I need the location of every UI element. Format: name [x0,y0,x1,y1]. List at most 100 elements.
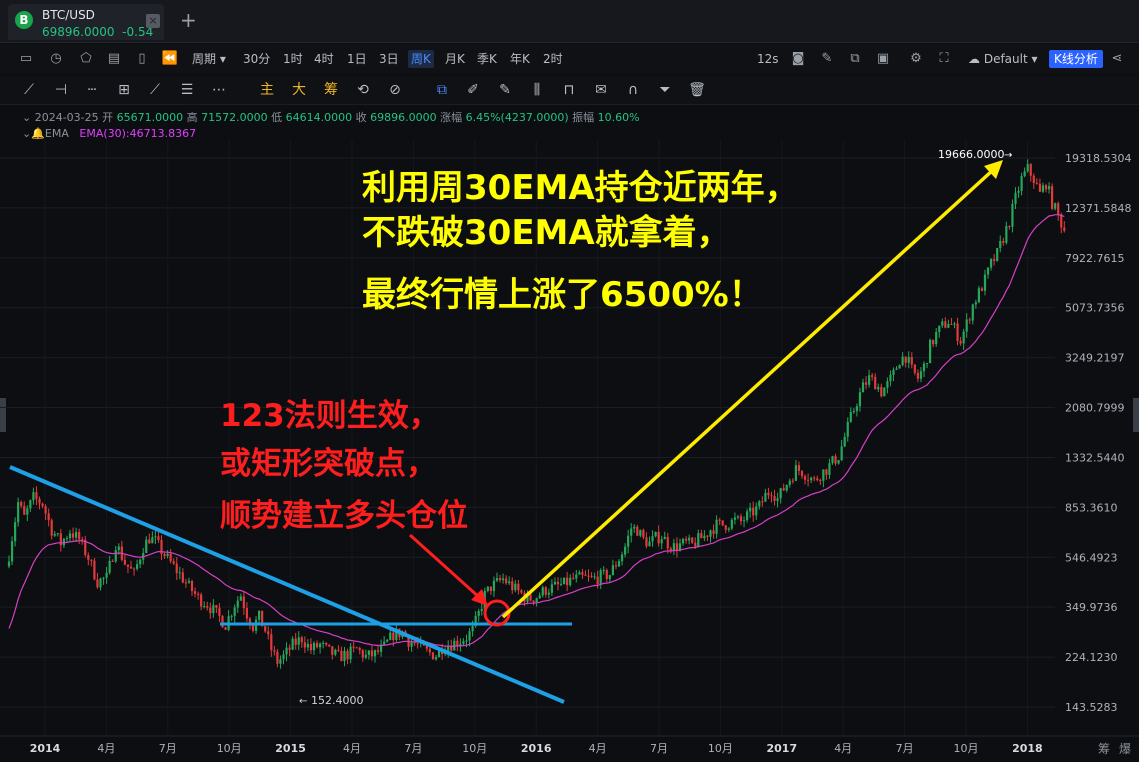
candle-body [297,637,300,645]
candle-body [431,652,435,660]
candle-body [99,578,102,588]
candle-body [657,531,660,544]
candle-body [703,535,706,539]
candle-body [352,646,355,648]
candle-body [486,586,489,591]
candle-body [233,607,236,616]
x-tick-label: 10月 [708,742,733,755]
candle-body [358,648,361,651]
x-tick-label: 2018 [1012,742,1043,755]
annotation-top-line-2: 不跌破30EMA就拿着， [362,213,731,253]
candle-body [858,392,862,407]
x-tick-label: 2017 [766,742,797,755]
candle-body [645,537,648,547]
candle-body [639,530,642,536]
candle-body [828,463,831,475]
candlestick-chart[interactable]: 19318.5304 12371.5848 7922.7615 5073.7356 32… [0,0,1139,762]
candle-body [105,572,108,578]
candle-body [465,640,468,642]
candle-body [843,436,846,447]
candle-body [907,357,910,363]
candle-body [117,546,120,551]
candle-body [364,654,367,658]
candle-body [291,638,294,650]
candle-body [773,496,776,502]
candle-body [578,572,581,575]
candle-body [38,498,41,504]
candle-body [566,577,569,586]
candle-body [877,386,880,390]
candle-body [505,578,508,584]
candle-body [47,513,50,521]
y-tick-label: 546.4923 [1065,551,1118,564]
candle-body [17,502,20,523]
candle-body [215,605,218,608]
candle-body [102,577,105,579]
candle-body [1035,182,1038,184]
candle-body [1008,226,1011,228]
candle-body [697,533,700,547]
annotation-top-line-3: 最终行情上涨了6500%！ [362,275,763,315]
candle-body [947,324,950,328]
candle-body [1005,226,1008,243]
candle-body [886,381,889,388]
candle-body [1044,185,1048,190]
candle-body [334,649,337,655]
candle-body [218,607,221,616]
candle-body [813,477,816,479]
candle-body [7,561,11,567]
candle-body [242,596,245,609]
x-tick-label: 2015 [275,742,306,755]
peak-label: 19666.0000 [938,148,1004,161]
candle-body [468,631,471,641]
candle-body [361,650,364,658]
candle-body [715,519,718,534]
candle-body [322,642,325,644]
candle-body [816,478,819,481]
candle-body [355,647,358,649]
candle-body [32,492,35,501]
candle-body [871,375,874,377]
candle-body [541,587,544,596]
x-tick-label: 4月 [589,742,607,755]
candle-body [264,626,267,632]
candle-body [874,376,877,390]
candle-body [520,590,523,593]
candle-body [532,600,535,603]
y-tick-label: 5073.7356 [1065,302,1125,315]
candle-body [861,382,865,393]
candle-body [389,632,392,640]
candle-body [145,539,148,553]
candle-body [139,559,142,565]
candle-body [367,650,370,655]
candle-body [718,519,721,521]
candle-body [916,372,919,379]
candle-body [974,302,977,305]
y-tick-label: 853.3610 [1065,501,1118,514]
corner-label-chip: 筹 [1098,742,1110,756]
candle-body [200,594,203,607]
candle-body [584,574,587,576]
candle-body [544,587,547,595]
candle-body [303,642,306,648]
x-tick-label: 10月 [462,742,487,755]
candle-body [883,387,886,397]
candle-body [203,606,206,608]
candle-body [502,578,505,581]
candle-body [807,479,810,481]
candle-body [953,323,956,325]
candle-body [535,598,538,603]
candle-body [672,543,675,551]
x-tick-label: 10月 [217,742,242,755]
candle-body [517,583,520,591]
annotation-bottom-line-3: 顺势建立多头仓位 [220,498,468,534]
candle-body [151,537,154,544]
candle-body [1011,203,1014,227]
y-axis: 19318.5304 12371.5848 7922.7615 5073.7356 32… [1065,152,1131,714]
candle-body [642,530,645,538]
candle-body [93,560,96,580]
candle-body [258,610,261,620]
candle-body [315,642,319,648]
candle-body [1054,203,1057,209]
low-label: 152.4000 [311,694,364,707]
